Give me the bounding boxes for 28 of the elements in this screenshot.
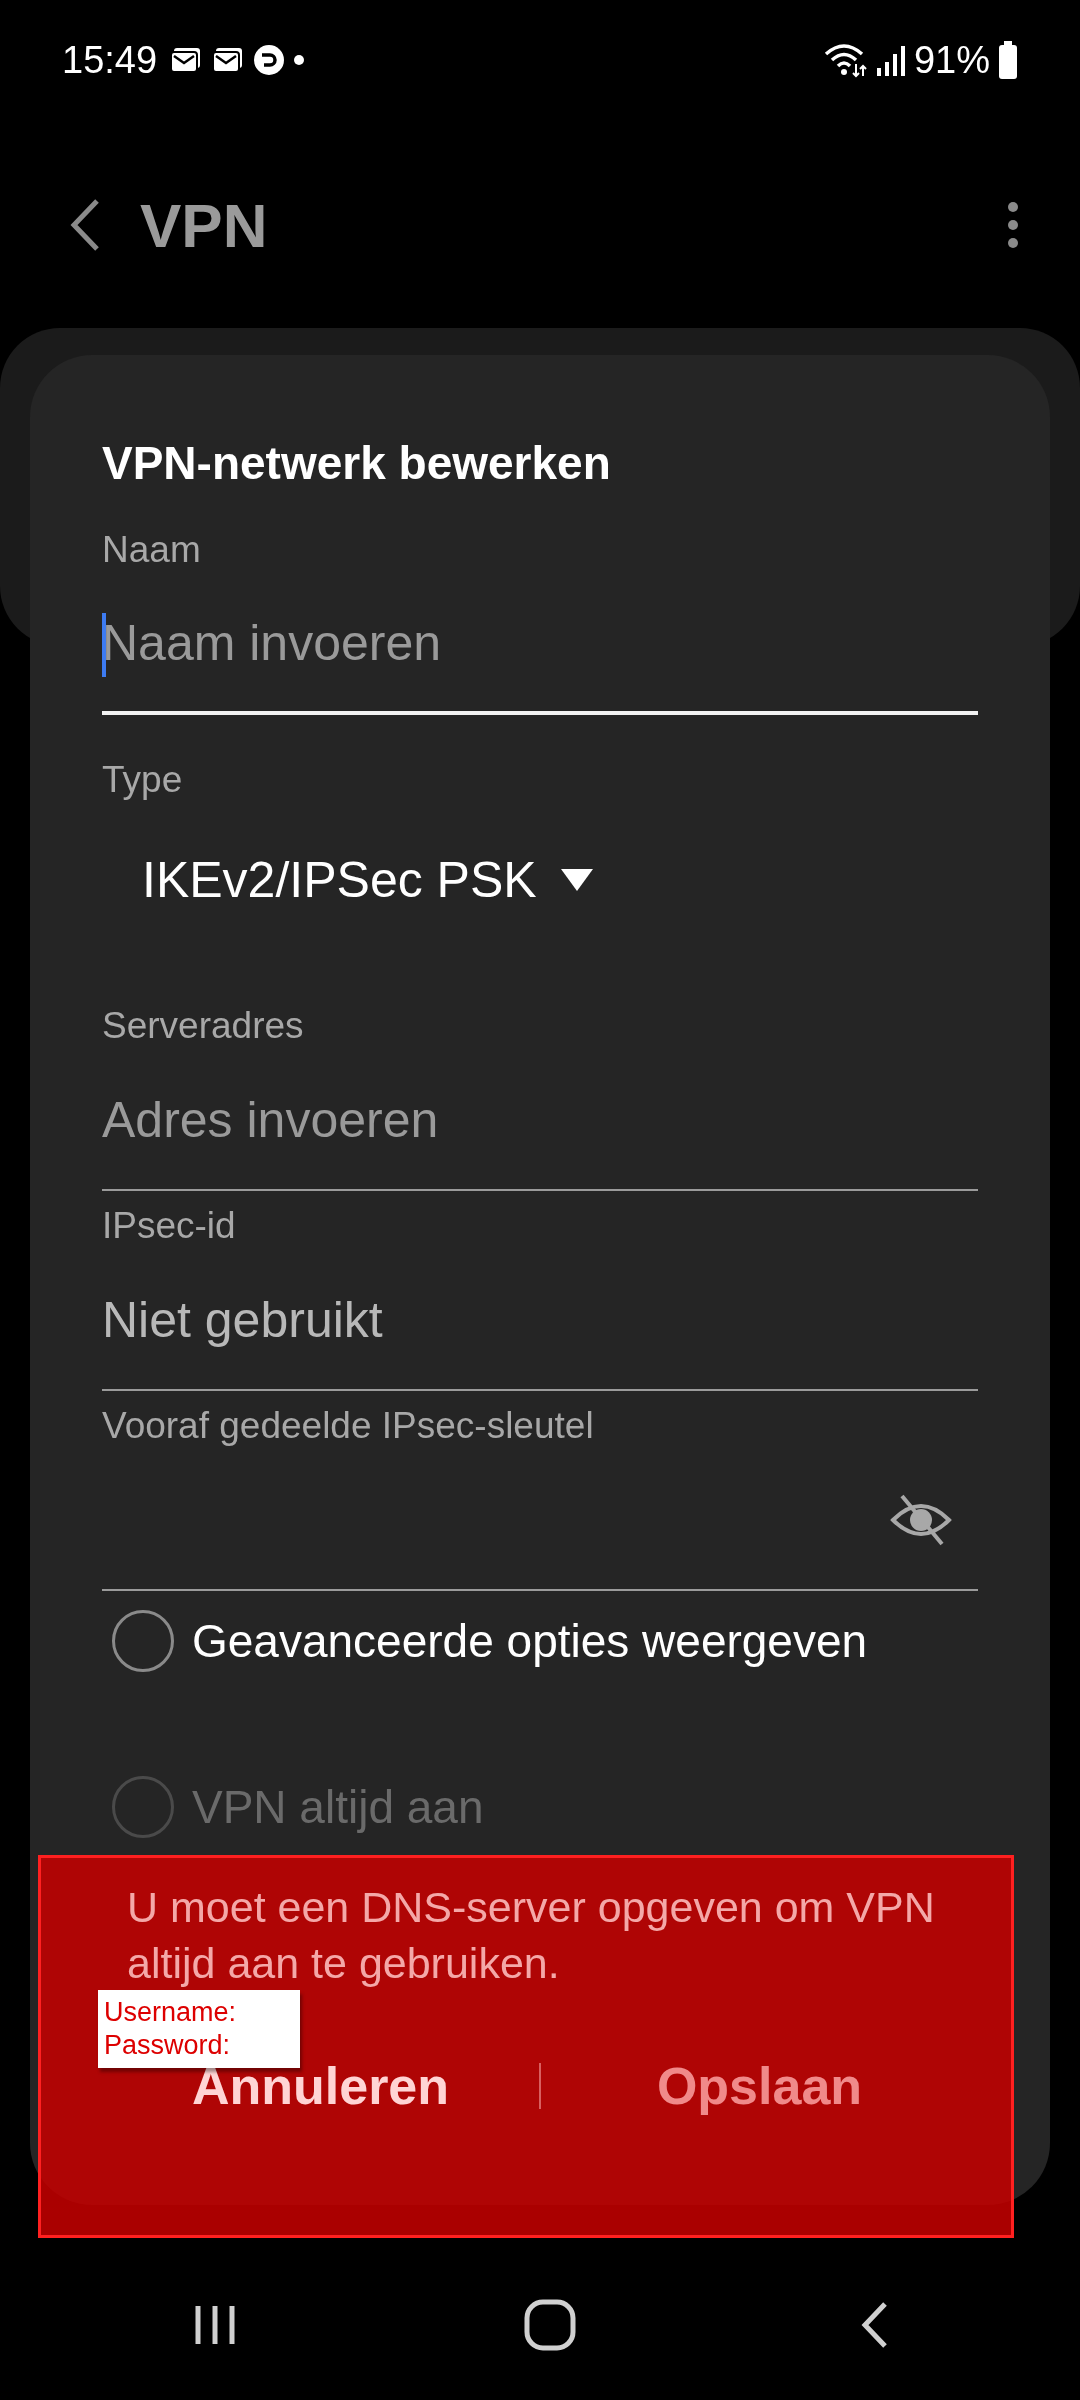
annotation-label: Username: Password: xyxy=(98,1990,300,2068)
option-label: VPN altijd aan xyxy=(192,1779,484,1835)
field-label: Serveradres xyxy=(102,1004,305,1048)
dropdown-caret-icon xyxy=(560,869,593,891)
radio-button[interactable] xyxy=(112,1610,174,1672)
wifi-icon xyxy=(823,42,868,78)
page-title: VPN xyxy=(140,189,268,262)
field-label: IPsec-id xyxy=(102,1204,237,1248)
signal-icon xyxy=(875,44,906,76)
back-icon[interactable] xyxy=(70,198,100,252)
more-options-icon[interactable] xyxy=(1006,200,1020,250)
dialog-title: VPN-netwerk bewerken xyxy=(102,436,612,491)
home-icon[interactable] xyxy=(523,2298,577,2352)
option-label[interactable]: Geavanceerde opties weergeven xyxy=(192,1606,868,1676)
battery-icon xyxy=(998,41,1018,79)
back-icon[interactable] xyxy=(860,2300,890,2350)
notification-app-icon xyxy=(253,44,286,76)
input-field[interactable]: Adres invoeren xyxy=(102,1051,978,1191)
status-time: 15:49 xyxy=(62,37,158,83)
hidden-eye-icon[interactable] xyxy=(890,1492,952,1548)
type-dropdown[interactable]: IKEv2/IPSec PSK xyxy=(102,820,978,940)
dot-icon xyxy=(293,54,306,66)
battery-percentage: 91% xyxy=(913,37,990,83)
field-label: Type xyxy=(102,758,184,802)
input-field[interactable]: Niet gebruikt xyxy=(102,1251,978,1391)
field-label: Vooraf gedeelde IPsec-sleutel xyxy=(102,1404,595,1448)
field-label: Naam xyxy=(102,528,202,572)
error-message: U moet een DNS-server opgeven om VPN altijd aan te gebruiken. xyxy=(126,1882,936,1989)
